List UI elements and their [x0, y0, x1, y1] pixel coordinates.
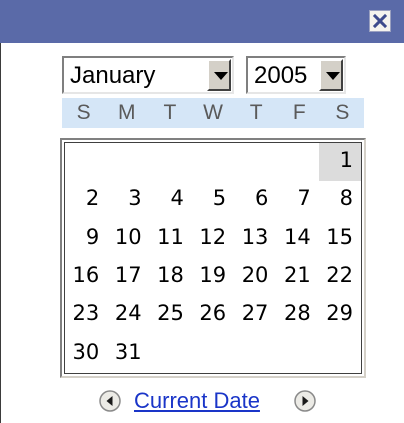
month-select-value: January — [70, 62, 156, 89]
day-cell[interactable]: 20 — [234, 258, 276, 296]
empty-day-cell — [276, 335, 318, 373]
day-cell[interactable]: 8 — [319, 181, 361, 219]
day-cell[interactable]: 14 — [276, 220, 318, 258]
day-cell[interactable]: 3 — [107, 181, 149, 219]
calendar-grid: 1 2 3 4 5 6 7 8 9 10 11 12 13 14 15 16 17 18 19 20 21 22 23 24 2… — [60, 138, 366, 378]
empty-day-cell — [276, 143, 318, 181]
close-button[interactable] — [369, 10, 391, 32]
weekday-label: T — [163, 101, 177, 124]
next-month-button[interactable] — [294, 390, 316, 412]
calendar-days: 1 2 3 4 5 6 7 8 9 10 11 12 13 14 15 16 17 18 19 20 21 22 23 24 2… — [64, 142, 362, 374]
year-select[interactable]: 2005 — [246, 56, 346, 94]
weekday-header: S M T W T F S — [62, 98, 364, 128]
day-cell[interactable]: 15 — [319, 220, 361, 258]
empty-day-cell — [192, 143, 234, 181]
weekday-label: S — [335, 101, 350, 124]
day-cell[interactable]: 16 — [65, 258, 107, 296]
weekday-label: W — [203, 101, 223, 124]
empty-day-cell — [234, 143, 276, 181]
weekday-label: T — [249, 101, 263, 124]
chevron-down-icon — [326, 72, 340, 80]
day-cell[interactable]: 9 — [65, 220, 107, 258]
empty-day-cell — [150, 143, 192, 181]
day-cell[interactable]: 27 — [234, 296, 276, 334]
empty-day-cell — [234, 335, 276, 373]
empty-day-cell — [319, 335, 361, 373]
month-dropdown-button[interactable] — [207, 59, 231, 91]
day-cell[interactable]: 25 — [150, 296, 192, 334]
weekday-label: F — [292, 101, 306, 124]
day-cell[interactable]: 31 — [107, 335, 149, 373]
empty-day-cell — [65, 143, 107, 181]
year-dropdown-button[interactable] — [319, 59, 343, 91]
day-cell[interactable]: 12 — [192, 220, 234, 258]
day-cell[interactable]: 5 — [192, 181, 234, 219]
day-cell[interactable]: 28 — [276, 296, 318, 334]
day-cell[interactable]: 19 — [192, 258, 234, 296]
weekday-label: S — [76, 101, 91, 124]
day-cell[interactable]: 10 — [107, 220, 149, 258]
calendar-footer: Current Date — [0, 386, 404, 416]
day-cell[interactable]: 7 — [276, 181, 318, 219]
day-cell[interactable]: 18 — [150, 258, 192, 296]
empty-day-cell — [150, 335, 192, 373]
weekday-label: M — [117, 101, 136, 124]
day-cell[interactable]: 30 — [65, 335, 107, 373]
day-cell[interactable]: 11 — [150, 220, 192, 258]
day-cell[interactable]: 24 — [107, 296, 149, 334]
day-cell[interactable]: 22 — [319, 258, 361, 296]
day-cell[interactable]: 26 — [192, 296, 234, 334]
previous-month-button[interactable] — [99, 390, 121, 412]
day-cell[interactable]: 6 — [234, 181, 276, 219]
chevron-right-icon — [294, 390, 316, 412]
year-select-value: 2005 — [254, 62, 308, 89]
empty-day-cell — [107, 143, 149, 181]
chevron-left-icon — [99, 390, 121, 412]
chevron-down-icon — [214, 72, 228, 80]
day-cell[interactable]: 4 — [150, 181, 192, 219]
window-border — [0, 43, 1, 423]
day-cell[interactable]: 13 — [234, 220, 276, 258]
current-date-link[interactable]: Current Date — [134, 388, 260, 414]
day-cell[interactable]: 17 — [107, 258, 149, 296]
day-cell[interactable]: 2 — [65, 181, 107, 219]
empty-day-cell — [192, 335, 234, 373]
day-cell[interactable]: 23 — [65, 296, 107, 334]
day-cell[interactable]: 21 — [276, 258, 318, 296]
day-cell[interactable]: 1 — [318, 143, 361, 182]
close-icon — [372, 13, 388, 29]
month-select[interactable]: January — [62, 56, 234, 94]
day-cell[interactable]: 29 — [319, 296, 361, 334]
title-bar — [0, 0, 404, 43]
